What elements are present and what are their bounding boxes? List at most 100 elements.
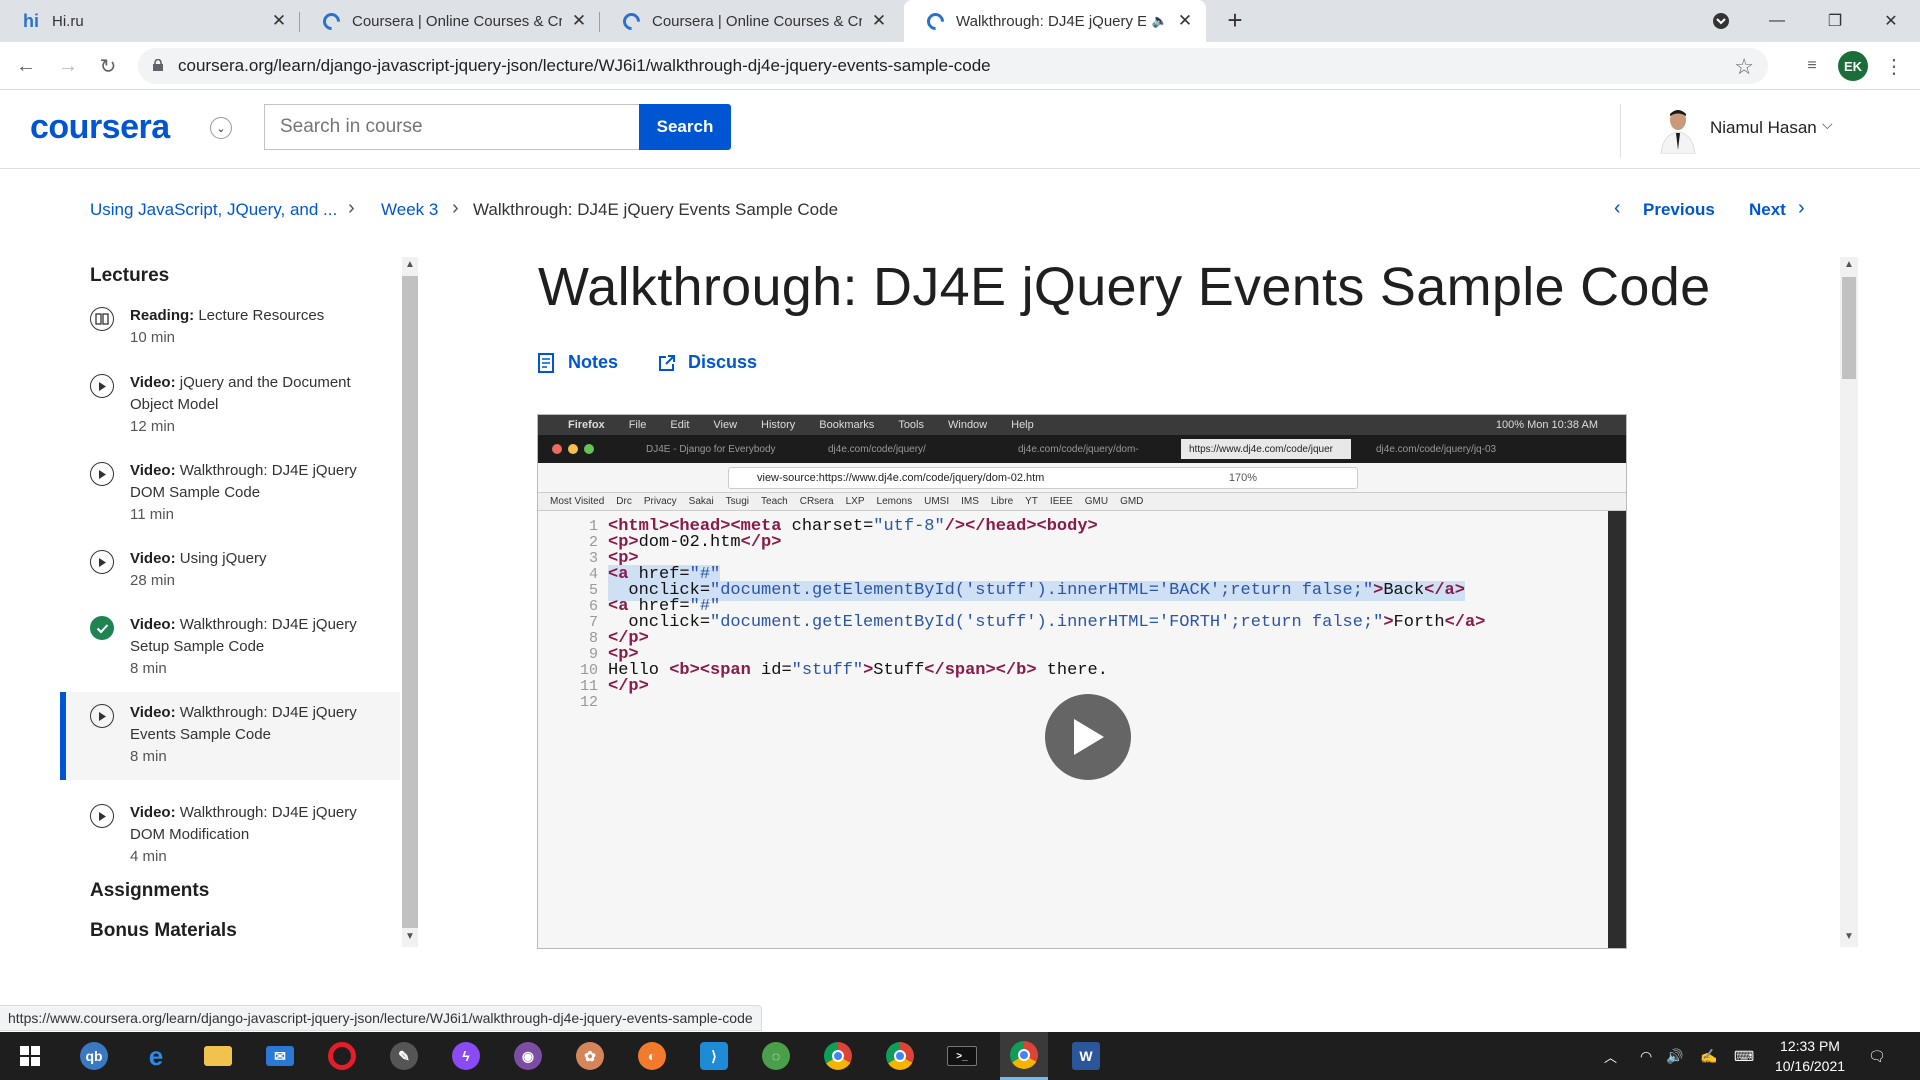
chevron-down-icon[interactable]: ⌄ (210, 117, 232, 139)
bonus-materials-heading[interactable]: Bonus Materials (90, 920, 237, 942)
search-button[interactable]: Search (639, 104, 731, 150)
more-menu-icon[interactable]: ⋮ (1878, 50, 1910, 82)
media-control-icon[interactable]: ≡ (1796, 50, 1828, 82)
page-scroll-thumb[interactable] (1842, 277, 1856, 379)
lecture-sidebar: Lectures Reading: Lecture Resources 10 m… (60, 255, 400, 945)
restore-icon[interactable]: ❐ (1806, 0, 1864, 42)
menu-label: File (628, 419, 647, 431)
wifi-icon[interactable]: ◠ (1640, 1032, 1652, 1080)
close-tab-icon[interactable]: ✕ (570, 12, 588, 30)
video-player[interactable]: Firefox File Edit View History Bookmarks… (537, 414, 1627, 949)
notes-button[interactable]: Notes (538, 352, 618, 373)
qbittorrent-icon[interactable]: qb (70, 1032, 118, 1080)
start-icon[interactable] (6, 1032, 54, 1080)
profile-avatar[interactable]: EK (1838, 51, 1868, 81)
sidebar-scroll-thumb[interactable] (402, 276, 418, 928)
assignments-heading[interactable]: Assignments (90, 880, 209, 902)
opera-icon[interactable] (318, 1032, 366, 1080)
file-explorer-icon[interactable] (194, 1032, 242, 1080)
scroll-up-icon[interactable]: ▲ (1841, 259, 1857, 270)
forward-icon[interactable]: → (52, 50, 84, 82)
scroll-down-icon[interactable]: ▼ (402, 931, 418, 942)
close-tab-icon[interactable]: ✕ (1176, 12, 1194, 30)
clock-date: 10/16/2021 (1774, 1058, 1846, 1074)
chevron-down-icon[interactable]: ⌵ (1822, 116, 1833, 133)
vscode-icon[interactable]: ⟩ (690, 1032, 738, 1080)
play-button[interactable] (1045, 694, 1131, 780)
lecture-item[interactable]: Video: Walkthrough: DJ4E jQuery DOM Samp… (60, 460, 400, 528)
pen-icon[interactable]: ✍ (1700, 1032, 1717, 1080)
user-avatar[interactable] (1655, 104, 1701, 154)
bookmark: LXP (845, 496, 865, 507)
browser-tab[interactable]: Coursera | Online Courses & Crec ✕ (600, 0, 900, 42)
search-input[interactable] (264, 104, 640, 150)
tray-chevron-icon[interactable]: ︿ (1604, 1032, 1617, 1080)
github-desktop-icon[interactable]: ◉ (504, 1032, 552, 1080)
chrome-profile-icon[interactable] (876, 1032, 924, 1080)
chevron-right-icon[interactable]: › (1798, 197, 1805, 220)
lectures-heading[interactable]: Lectures (90, 265, 169, 287)
minimize-icon[interactable]: — (1748, 0, 1806, 42)
lecture-item[interactable]: Video: Using jQuery 28 min (60, 548, 400, 594)
close-tab-icon[interactable]: ✕ (870, 12, 888, 30)
header-divider (1620, 104, 1621, 158)
coursera-favicon-icon (318, 8, 344, 34)
mail-icon[interactable]: ✉ (256, 1032, 304, 1080)
scroll-up-icon[interactable]: ▲ (402, 259, 418, 270)
messenger-icon[interactable]: ϟ (442, 1032, 490, 1080)
browser-tab-active[interactable]: Walkthrough: DJ4E jQuery Ev 🔈 ✕ (904, 0, 1206, 42)
chrome-icon[interactable] (814, 1032, 862, 1080)
breadcrumb-week[interactable]: Week 3 (381, 200, 438, 220)
discuss-button[interactable]: Discuss (658, 352, 757, 373)
next-link[interactable]: Next (1749, 200, 1786, 220)
browser-tab[interactable]: hi Hi.ru ✕ (0, 0, 300, 42)
browser-tab[interactable]: Coursera | Online Courses & Crec ✕ (300, 0, 600, 42)
new-tab-button[interactable]: + (1222, 7, 1248, 34)
previous-link[interactable]: Previous (1643, 200, 1715, 220)
address-bar[interactable]: coursera.org/learn/django-javascript-jqu… (138, 48, 1768, 84)
bookmark: Teach (761, 496, 788, 507)
keyboard-icon[interactable]: ⌨ (1734, 1032, 1754, 1080)
lecture-item[interactable]: Reading: Lecture Resources 10 min (60, 305, 400, 367)
lecture-duration: 8 min (130, 748, 167, 765)
paint-icon[interactable]: ✿ (566, 1032, 614, 1080)
tab-title: Hi.ru (52, 12, 84, 30)
breadcrumb-current: Walkthrough: DJ4E jQuery Events Sample C… (473, 200, 839, 219)
inkscape-icon[interactable]: ✎ (380, 1032, 428, 1080)
geogebra-icon[interactable]: ◌ (752, 1032, 800, 1080)
reload-icon[interactable]: ↻ (92, 50, 124, 82)
terminal-icon[interactable]: >_ (938, 1032, 986, 1080)
browser-toolbar: ← → ↻ coursera.org/learn/django-javascri… (0, 42, 1920, 90)
lecture-item-completed[interactable]: Video: Walkthrough: DJ4E jQuery Setup Sa… (60, 614, 400, 682)
play-icon (1074, 719, 1104, 755)
lecture-duration: 10 min (130, 329, 176, 346)
breadcrumb-course[interactable]: Using JavaScript, JQuery, and ... (90, 200, 337, 220)
menu-label: Firefox (568, 419, 605, 431)
tab-title: Walkthrough: DJ4E jQuery Ev (956, 12, 1146, 30)
coursera-logo[interactable]: coursera (30, 108, 170, 147)
tab-search-icon[interactable] (1692, 0, 1750, 42)
bookmark-star-icon[interactable]: ☆ (1734, 54, 1754, 80)
ff-tab: dj4e.com/code/jquery/jq-03 (1376, 443, 1497, 455)
chrome-active-icon[interactable] (1000, 1032, 1048, 1080)
word-icon[interactable]: W (1062, 1032, 1110, 1080)
menu-label: Help (1011, 419, 1034, 431)
notifications-icon[interactable]: 🗨 (1868, 1032, 1886, 1080)
speaker-icon[interactable]: 🔈 (1152, 13, 1168, 29)
edge-icon[interactable]: e (132, 1032, 180, 1080)
tab-title: Coursera | Online Courses & Crec (352, 12, 562, 30)
lecture-item[interactable]: Video: Walkthrough: DJ4E jQuery DOM Modi… (60, 802, 400, 870)
system-clock[interactable]: 12:33 PM 10/16/2021 (1760, 1036, 1860, 1076)
video-mac-menubar: Firefox File Edit View History Bookmarks… (538, 415, 1626, 435)
firefox-icon[interactable]: ◐ (628, 1032, 676, 1080)
close-tab-icon[interactable]: ✕ (270, 12, 288, 30)
user-name[interactable]: Niamul Hasan (1710, 118, 1817, 138)
chevron-left-icon[interactable]: ‹ (1614, 197, 1621, 220)
volume-icon[interactable]: 🔊 (1666, 1032, 1683, 1080)
scroll-down-icon[interactable]: ▼ (1841, 931, 1857, 942)
close-window-icon[interactable]: ✕ (1862, 0, 1920, 42)
back-icon[interactable]: ← (10, 50, 42, 82)
code-line-text: </p> (608, 677, 649, 696)
lecture-item[interactable]: Video: jQuery and the Document Object Mo… (60, 372, 400, 440)
lecture-item-active[interactable]: Video: Walkthrough: DJ4E jQuery Events S… (60, 692, 400, 780)
